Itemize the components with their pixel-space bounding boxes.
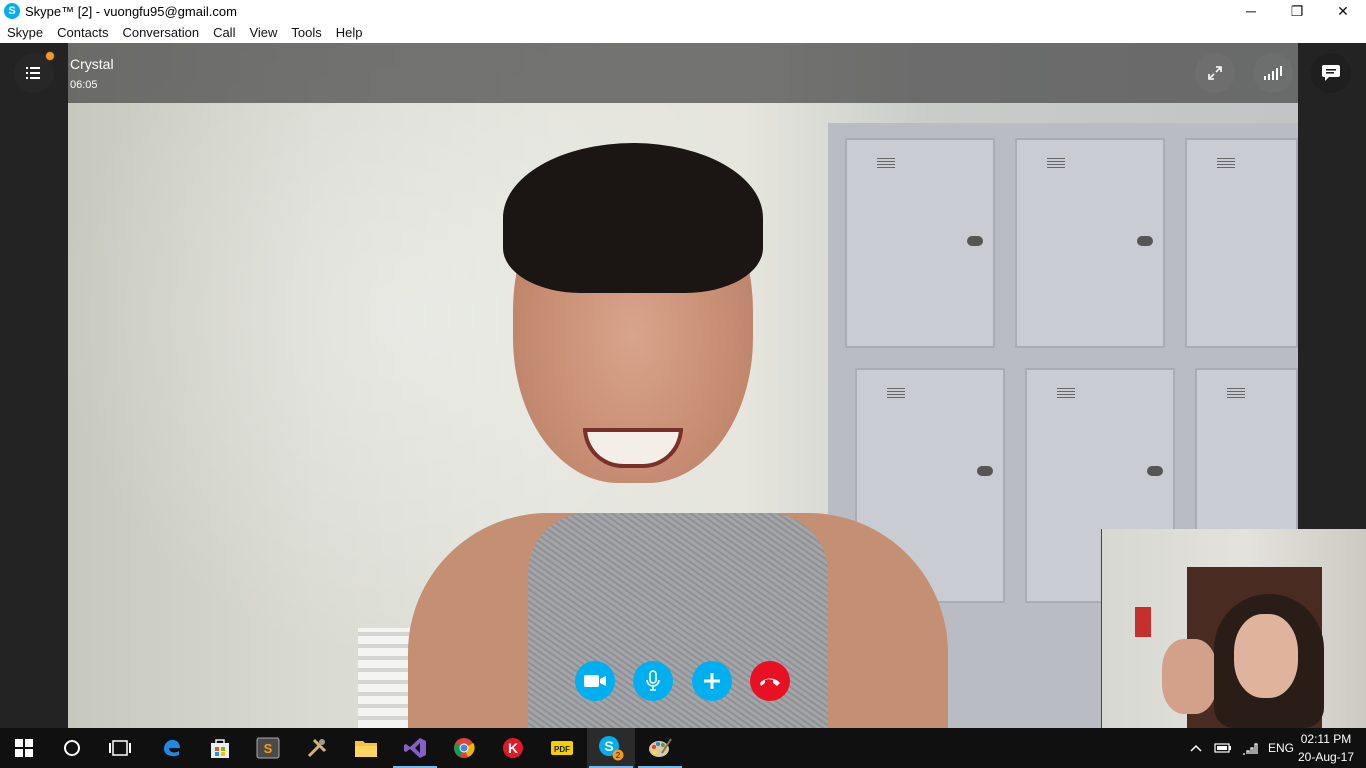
video-camera-icon — [584, 675, 606, 687]
clock[interactable]: 02:11 PM 20-Aug-17 — [1296, 730, 1356, 766]
start-button[interactable] — [0, 728, 48, 768]
clock-time: 02:11 PM — [1300, 732, 1352, 746]
skype-badge-count: 2 — [616, 751, 621, 760]
taskbar-visual-studio[interactable] — [391, 728, 439, 768]
chat-button[interactable] — [1311, 53, 1351, 93]
minimize-button[interactable]: ─ — [1228, 0, 1274, 22]
cortana-circle-icon — [64, 740, 80, 756]
taskbar-tools[interactable] — [293, 728, 341, 768]
fullscreen-button[interactable] — [1195, 53, 1235, 93]
close-button[interactable]: ✕ — [1320, 0, 1366, 22]
svg-text:K: K — [508, 740, 518, 756]
paint-palette-icon — [649, 738, 672, 757]
window-title: Skype™ [2] - vuongfu95@gmail.com — [25, 3, 237, 19]
battery-icon[interactable] — [1214, 742, 1232, 754]
clock-date: 20-Aug-17 — [1297, 750, 1355, 764]
video-toggle-button[interactable] — [575, 661, 615, 701]
system-tray: ENG — [1190, 728, 1294, 768]
chevron-up-icon[interactable] — [1190, 744, 1202, 752]
taskbar-pdf-reader[interactable]: PDF — [538, 728, 586, 768]
menu-conversation[interactable]: Conversation — [115, 25, 206, 40]
left-rail — [0, 43, 68, 728]
self-video-preview[interactable] — [1101, 529, 1366, 728]
windows-icon — [15, 739, 33, 757]
svg-text:S: S — [604, 738, 613, 754]
sublime-text-icon: S — [256, 737, 280, 759]
menu-help[interactable]: Help — [329, 25, 370, 40]
k-letter-icon: K — [503, 738, 523, 758]
self-person — [1162, 594, 1332, 728]
taskbar-edge[interactable] — [148, 728, 196, 768]
skype-icon: S 2 — [599, 736, 624, 761]
locker — [1015, 138, 1165, 348]
pdf-icon: PDF — [551, 741, 573, 755]
menu-skype[interactable]: Skype — [0, 25, 50, 40]
hang-up-icon — [760, 678, 780, 686]
expand-icon — [1208, 66, 1222, 80]
face — [1234, 614, 1298, 698]
taskbar-paint[interactable] — [636, 728, 684, 768]
svg-text:PDF: PDF — [554, 745, 570, 754]
hair — [503, 143, 763, 293]
hand — [1162, 639, 1217, 714]
search-button[interactable] — [48, 728, 96, 768]
language-indicator[interactable]: ENG — [1268, 741, 1294, 755]
menu-contacts[interactable]: Contacts — [50, 25, 115, 40]
taskbar-sublime[interactable]: S — [244, 728, 292, 768]
call-header — [68, 43, 1298, 103]
maximize-button[interactable]: ❐ — [1274, 0, 1320, 22]
wifi-icon[interactable] — [1242, 741, 1258, 755]
add-participant-button[interactable] — [692, 661, 732, 701]
chrome-icon — [454, 738, 475, 758]
task-view-button[interactable] — [96, 728, 144, 768]
wall-sign — [1135, 607, 1151, 637]
svg-text:S: S — [264, 741, 273, 756]
window-controls: ─ ❐ ✕ — [1228, 0, 1366, 22]
skype-icon: S — [4, 3, 20, 19]
taskbar: S K PDF S 2 ENG 02:11 PM 20-Aug-17 — [0, 728, 1366, 768]
notification-dot — [45, 51, 55, 61]
microphone-icon — [646, 670, 660, 691]
end-call-button[interactable] — [750, 661, 790, 701]
locker — [1185, 138, 1298, 348]
signal-bars-icon — [1264, 66, 1282, 80]
taskbar-chrome[interactable] — [440, 728, 488, 768]
menu-call[interactable]: Call — [206, 25, 242, 40]
visual-studio-icon — [404, 738, 426, 758]
tools-icon — [307, 738, 327, 758]
folder-icon — [355, 741, 377, 757]
plus-icon — [704, 673, 720, 689]
menu-view[interactable]: View — [242, 25, 284, 40]
taskbar-store[interactable] — [196, 728, 244, 768]
taskbar-file-explorer[interactable] — [342, 728, 390, 768]
mute-button[interactable] — [633, 661, 673, 701]
call-timer: 06:05 — [70, 79, 98, 91]
list-menu-icon — [26, 67, 40, 79]
menu-tools[interactable]: Tools — [284, 25, 328, 40]
person — [408, 143, 948, 728]
task-view-icon — [109, 740, 131, 756]
taskbar-skype[interactable]: S 2 — [587, 728, 635, 768]
call-area: Crystal 06:05 — [0, 43, 1366, 728]
title-bar: S Skype™ [2] - vuongfu95@gmail.com ─ ❐ ✕ — [0, 0, 1366, 22]
call-quality-button[interactable] — [1253, 53, 1293, 93]
call-controls — [575, 661, 791, 701]
chat-bubble-icon — [1322, 65, 1340, 81]
store-icon — [211, 739, 229, 758]
contact-name: Crystal — [70, 56, 114, 72]
call-menu-button[interactable] — [14, 51, 55, 93]
menu-bar: Skype Contacts Conversation Call View To… — [0, 22, 1366, 43]
edge-icon — [164, 739, 180, 757]
taskbar-k-app[interactable]: K — [489, 728, 537, 768]
